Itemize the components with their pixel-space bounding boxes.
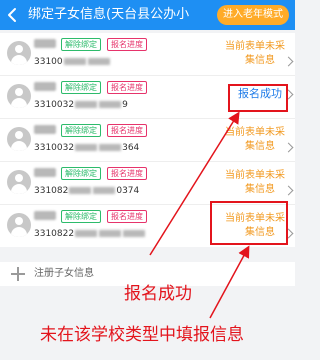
annotation-arrows [149,111,250,319]
annotation-success: 报名成功 [124,284,192,304]
arrow-to-pending [209,245,250,319]
arrow-to-success [149,111,240,256]
annotation-not-filled: 未在该学校类型中填报信息 [40,325,244,345]
